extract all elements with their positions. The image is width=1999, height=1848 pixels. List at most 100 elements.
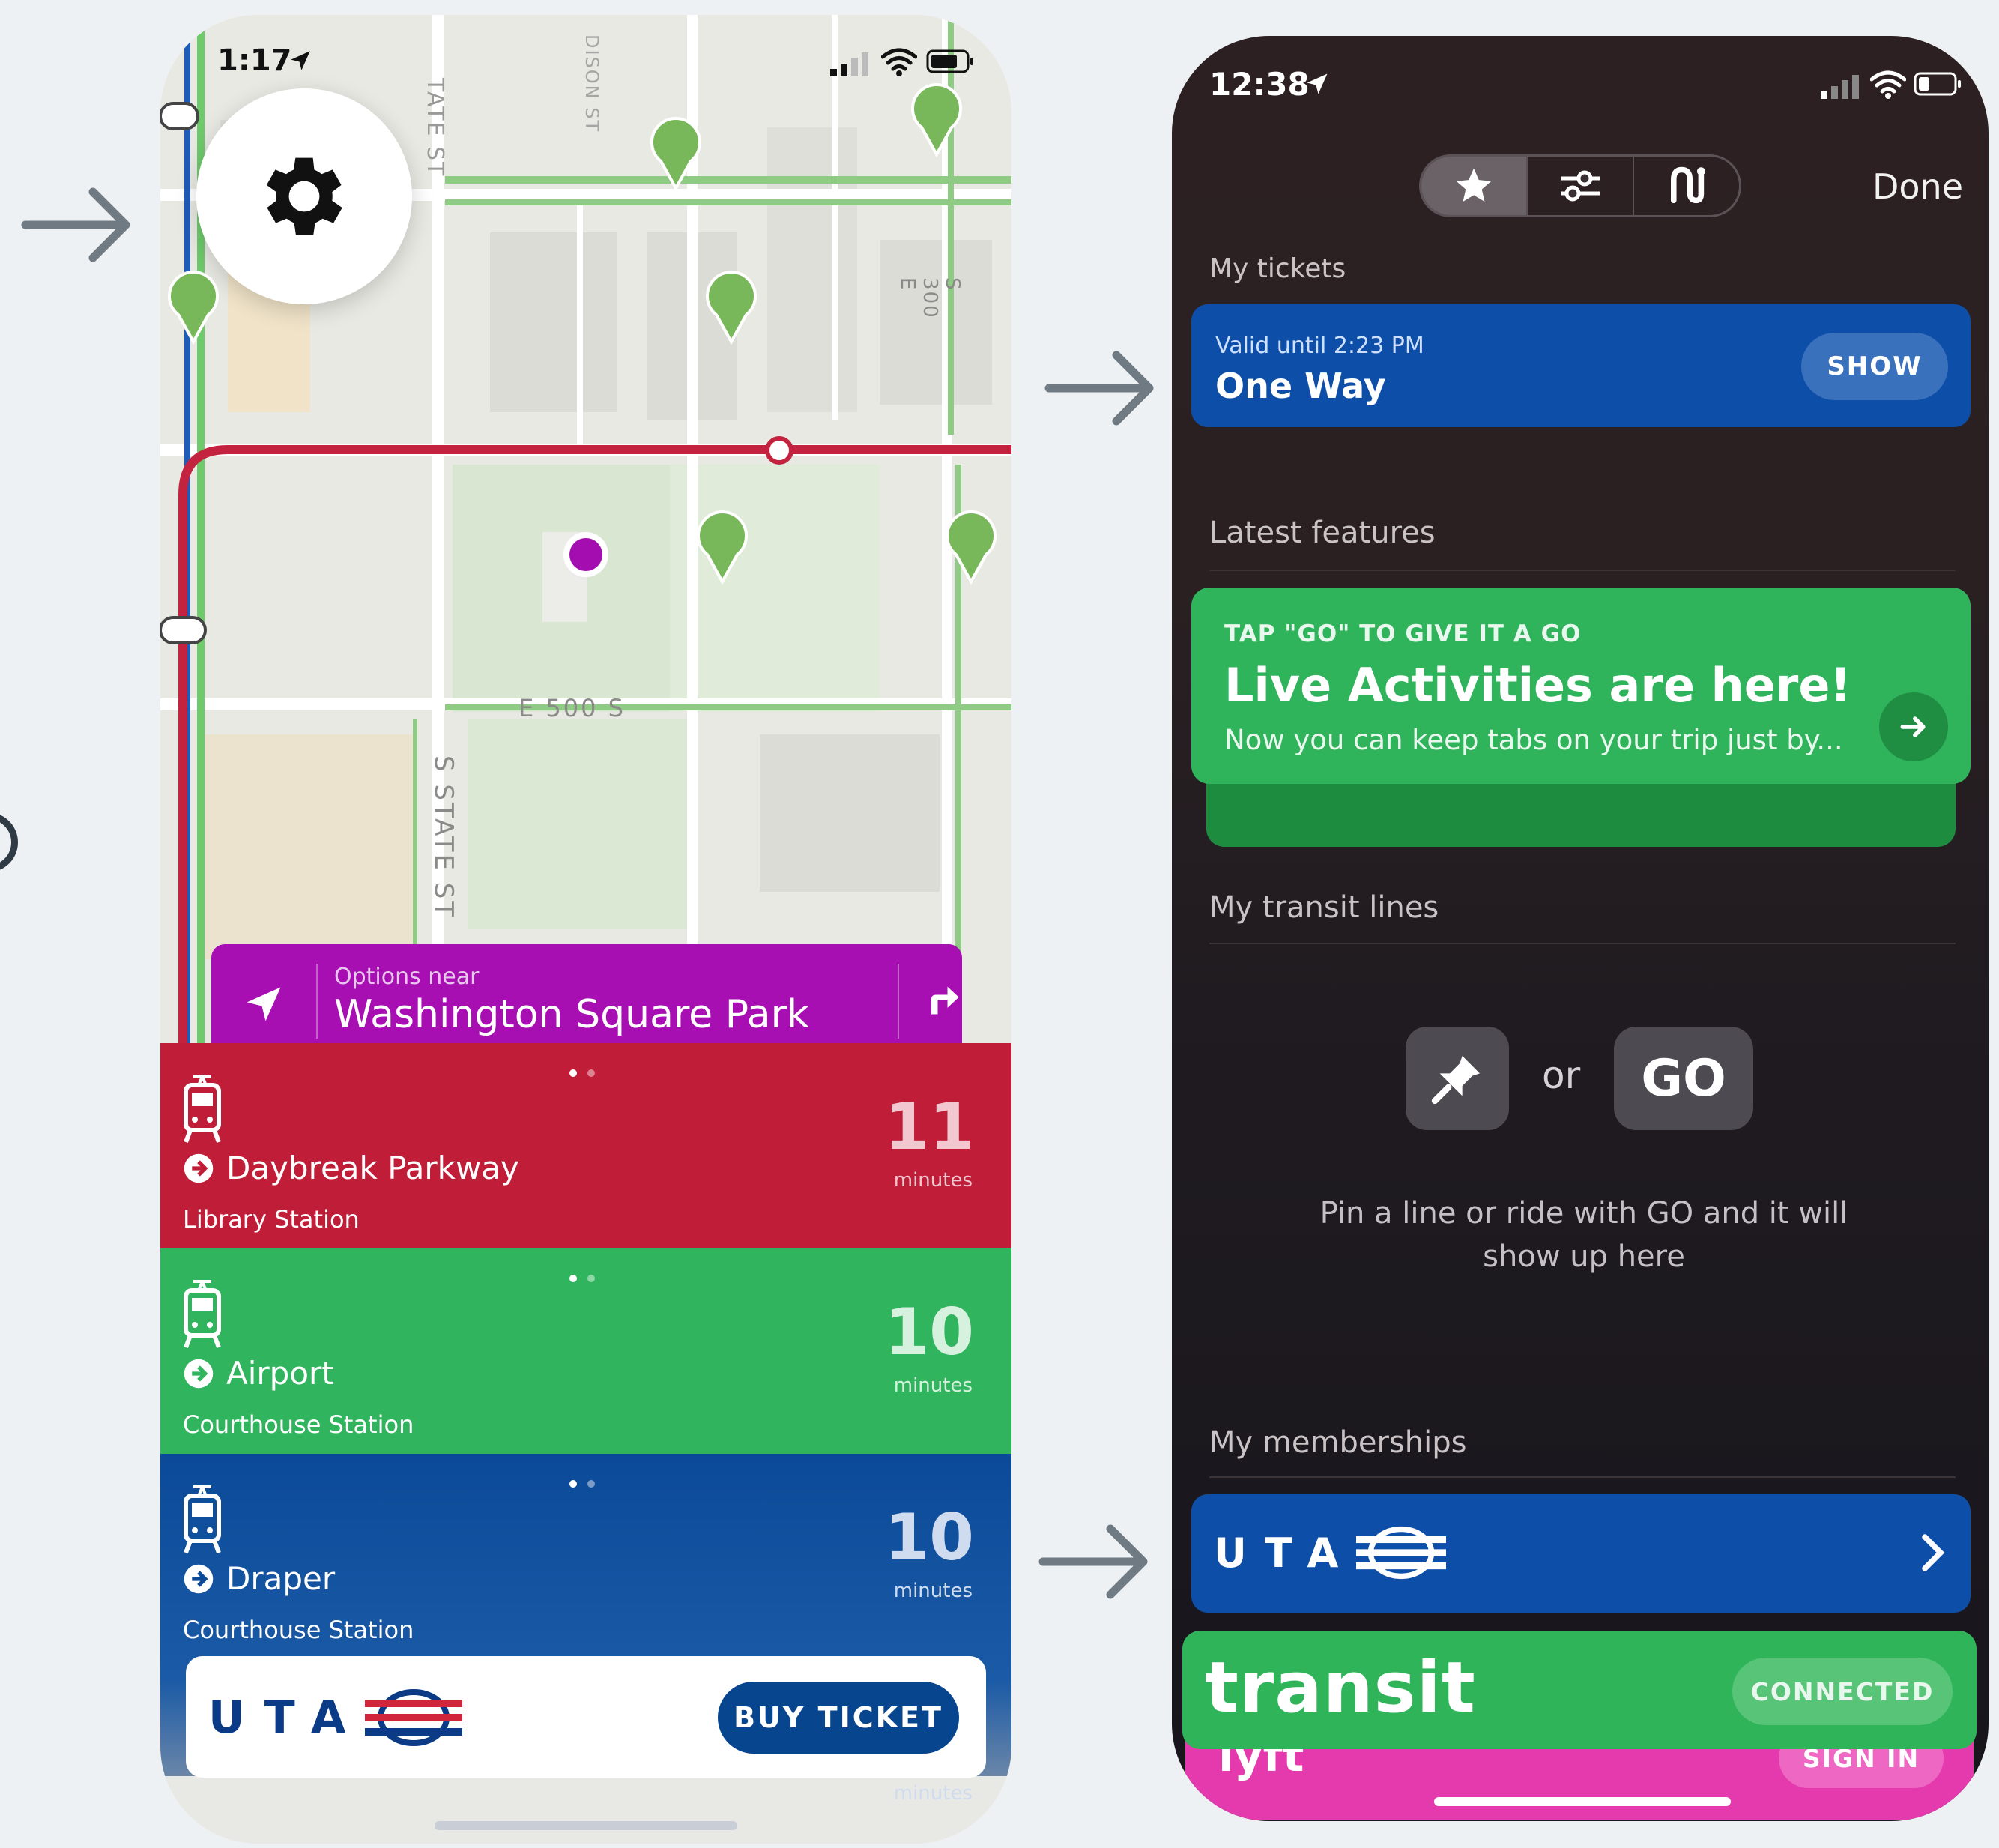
cellular-signal-icon [1821, 75, 1859, 99]
street-label: S STATE ST [429, 755, 459, 920]
route-station: Courthouse Station [183, 1616, 414, 1644]
direction-arrow-icon [184, 1564, 214, 1593]
feature-description: Now you can keep tabs on your trip just … [1224, 724, 1843, 756]
route-minutes-label: minutes [893, 1374, 973, 1397]
home-indicator[interactable] [1434, 1797, 1731, 1806]
ticket-name: One Way [1215, 366, 1386, 406]
route-destination-row: Airport [183, 1355, 334, 1392]
location-name: Washington Square Park [334, 992, 810, 1037]
show-ticket-button[interactable]: SHOW [1801, 333, 1948, 400]
feature-title: Live Activities are here! [1224, 658, 1851, 713]
route-destination: Draper [226, 1560, 336, 1597]
empty-state-hint: Pin a line or ride with GO and it will s… [1262, 1192, 1906, 1278]
buy-ticket-button[interactable]: BUY TICKET [718, 1682, 959, 1754]
street-label: S 300 E [896, 277, 964, 319]
section-heading: My transit lines [1209, 890, 1439, 925]
battery-icon [926, 49, 973, 73]
directions-turn-icon[interactable] [923, 980, 962, 1019]
go-button[interactable]: GO [1614, 1027, 1753, 1130]
route-minutes: 10 [884, 1500, 974, 1575]
ticket-card[interactable]: Valid until 2:23 PM One Way SHOW [1191, 304, 1971, 427]
route-card-daybreak[interactable]: Daybreak Parkway Library Station 11 minu… [160, 1043, 1011, 1248]
route-minutes-label: minutes [893, 1169, 973, 1192]
membership-uta[interactable]: UTA [1191, 1494, 1971, 1613]
right-phone-screen: 12:38 Done My tickets Valid until 2:23 P… [1172, 36, 1989, 1821]
route-destination: Daybreak Parkway [226, 1150, 519, 1186]
go-route-icon [1671, 166, 1705, 204]
tab-favorites[interactable] [1421, 157, 1526, 215]
wifi-icon [881, 48, 917, 76]
street-label: E 500 S [518, 694, 626, 722]
section-heading: My tickets [1209, 253, 1346, 284]
arrow-to-membership-icon [1038, 1524, 1148, 1599]
arrow-to-ticket-icon [1044, 351, 1154, 426]
route-card-airport[interactable]: Airport Courthouse Station 10 minutes [160, 1248, 1011, 1454]
connected-badge[interactable]: CONNECTED [1732, 1658, 1953, 1725]
star-icon [1456, 168, 1492, 202]
route-station: Library Station [183, 1205, 360, 1233]
left-phone-screen: TATE ST DISON ST S 300 E E 500 S S STATE… [160, 15, 1011, 1844]
feature-tag: TAP "GO" TO GIVE IT A GO [1224, 620, 1582, 647]
feature-open-button[interactable] [1879, 692, 1948, 761]
section-heading: Latest features [1209, 516, 1436, 550]
pin-icon [1431, 1056, 1480, 1105]
section-heading: My memberships [1209, 1425, 1467, 1460]
page-dots [569, 1476, 605, 1491]
divider [898, 964, 899, 1039]
uta-logo-mark-icon [1356, 1526, 1447, 1580]
done-button[interactable]: Done [1872, 166, 1963, 207]
uta-logo-mark-icon [365, 1689, 463, 1746]
chevron-right-icon [1922, 1534, 1945, 1571]
battery-icon [1914, 72, 1961, 96]
pin-line-button[interactable] [1406, 1027, 1509, 1130]
transit-wordmark: transit [1205, 1647, 1476, 1729]
or-label: or [1542, 1054, 1581, 1097]
divider [1209, 1476, 1956, 1478]
uta-logo: UTA [208, 1689, 463, 1746]
arrow-right-icon [1900, 716, 1926, 737]
partial-circle-decoration [0, 812, 18, 872]
route-destination-row: Daybreak Parkway [183, 1150, 519, 1186]
route-minutes: 11 [884, 1090, 974, 1165]
status-time: 12:38 [1209, 66, 1310, 103]
view-segmented-control [1419, 154, 1741, 217]
hint-line: show up here [1483, 1239, 1685, 1274]
gear-icon [266, 157, 342, 235]
tab-go[interactable] [1633, 157, 1739, 215]
tram-icon [184, 1280, 221, 1349]
direction-arrow-icon [184, 1153, 214, 1183]
direction-arrow-icon [184, 1359, 214, 1388]
cellular-signal-icon [830, 52, 868, 76]
uta-logo-letters: UTA [1214, 1529, 1357, 1577]
arrow-to-settings-icon [21, 187, 130, 262]
divider [316, 964, 318, 1039]
navigation-arrow-icon[interactable] [241, 982, 286, 1027]
divider [1209, 943, 1956, 944]
route-destination-row: Draper [183, 1560, 335, 1597]
page-dots [569, 1066, 605, 1080]
route-minutes-label: minutes [893, 1580, 973, 1602]
divider [1209, 570, 1956, 571]
hint-line: Pin a line or ride with GO and it will [1319, 1196, 1848, 1231]
route-minutes: 10 [884, 1295, 974, 1370]
settings-button[interactable] [196, 88, 412, 304]
uta-logo: UTA [1214, 1524, 1447, 1581]
uta-logo-letters: UTA [208, 1691, 366, 1744]
route-station: Courthouse Station [183, 1410, 414, 1439]
tab-settings[interactable] [1526, 157, 1633, 215]
wifi-icon [1870, 70, 1906, 99]
buy-ticket-bar: UTA BUY TICKET [186, 1656, 986, 1778]
options-near-bar[interactable]: Options near Washington Square Park [211, 944, 962, 1058]
membership-transit[interactable]: transit CONNECTED [1182, 1631, 1977, 1749]
tram-icon [184, 1075, 221, 1144]
page-dots [569, 1271, 605, 1285]
location-arrow-icon [1307, 73, 1328, 94]
ticket-valid-until: Valid until 2:23 PM [1215, 333, 1424, 359]
hidden-minutes-label: minutes [893, 1782, 973, 1805]
home-indicator[interactable] [435, 1821, 737, 1830]
feature-card[interactable]: TAP "GO" TO GIVE IT A GO Live Activities… [1191, 588, 1971, 784]
tram-icon [184, 1485, 221, 1554]
location-arrow-icon [291, 51, 310, 70]
options-near-label: Options near [334, 964, 480, 990]
route-destination: Airport [226, 1355, 334, 1392]
